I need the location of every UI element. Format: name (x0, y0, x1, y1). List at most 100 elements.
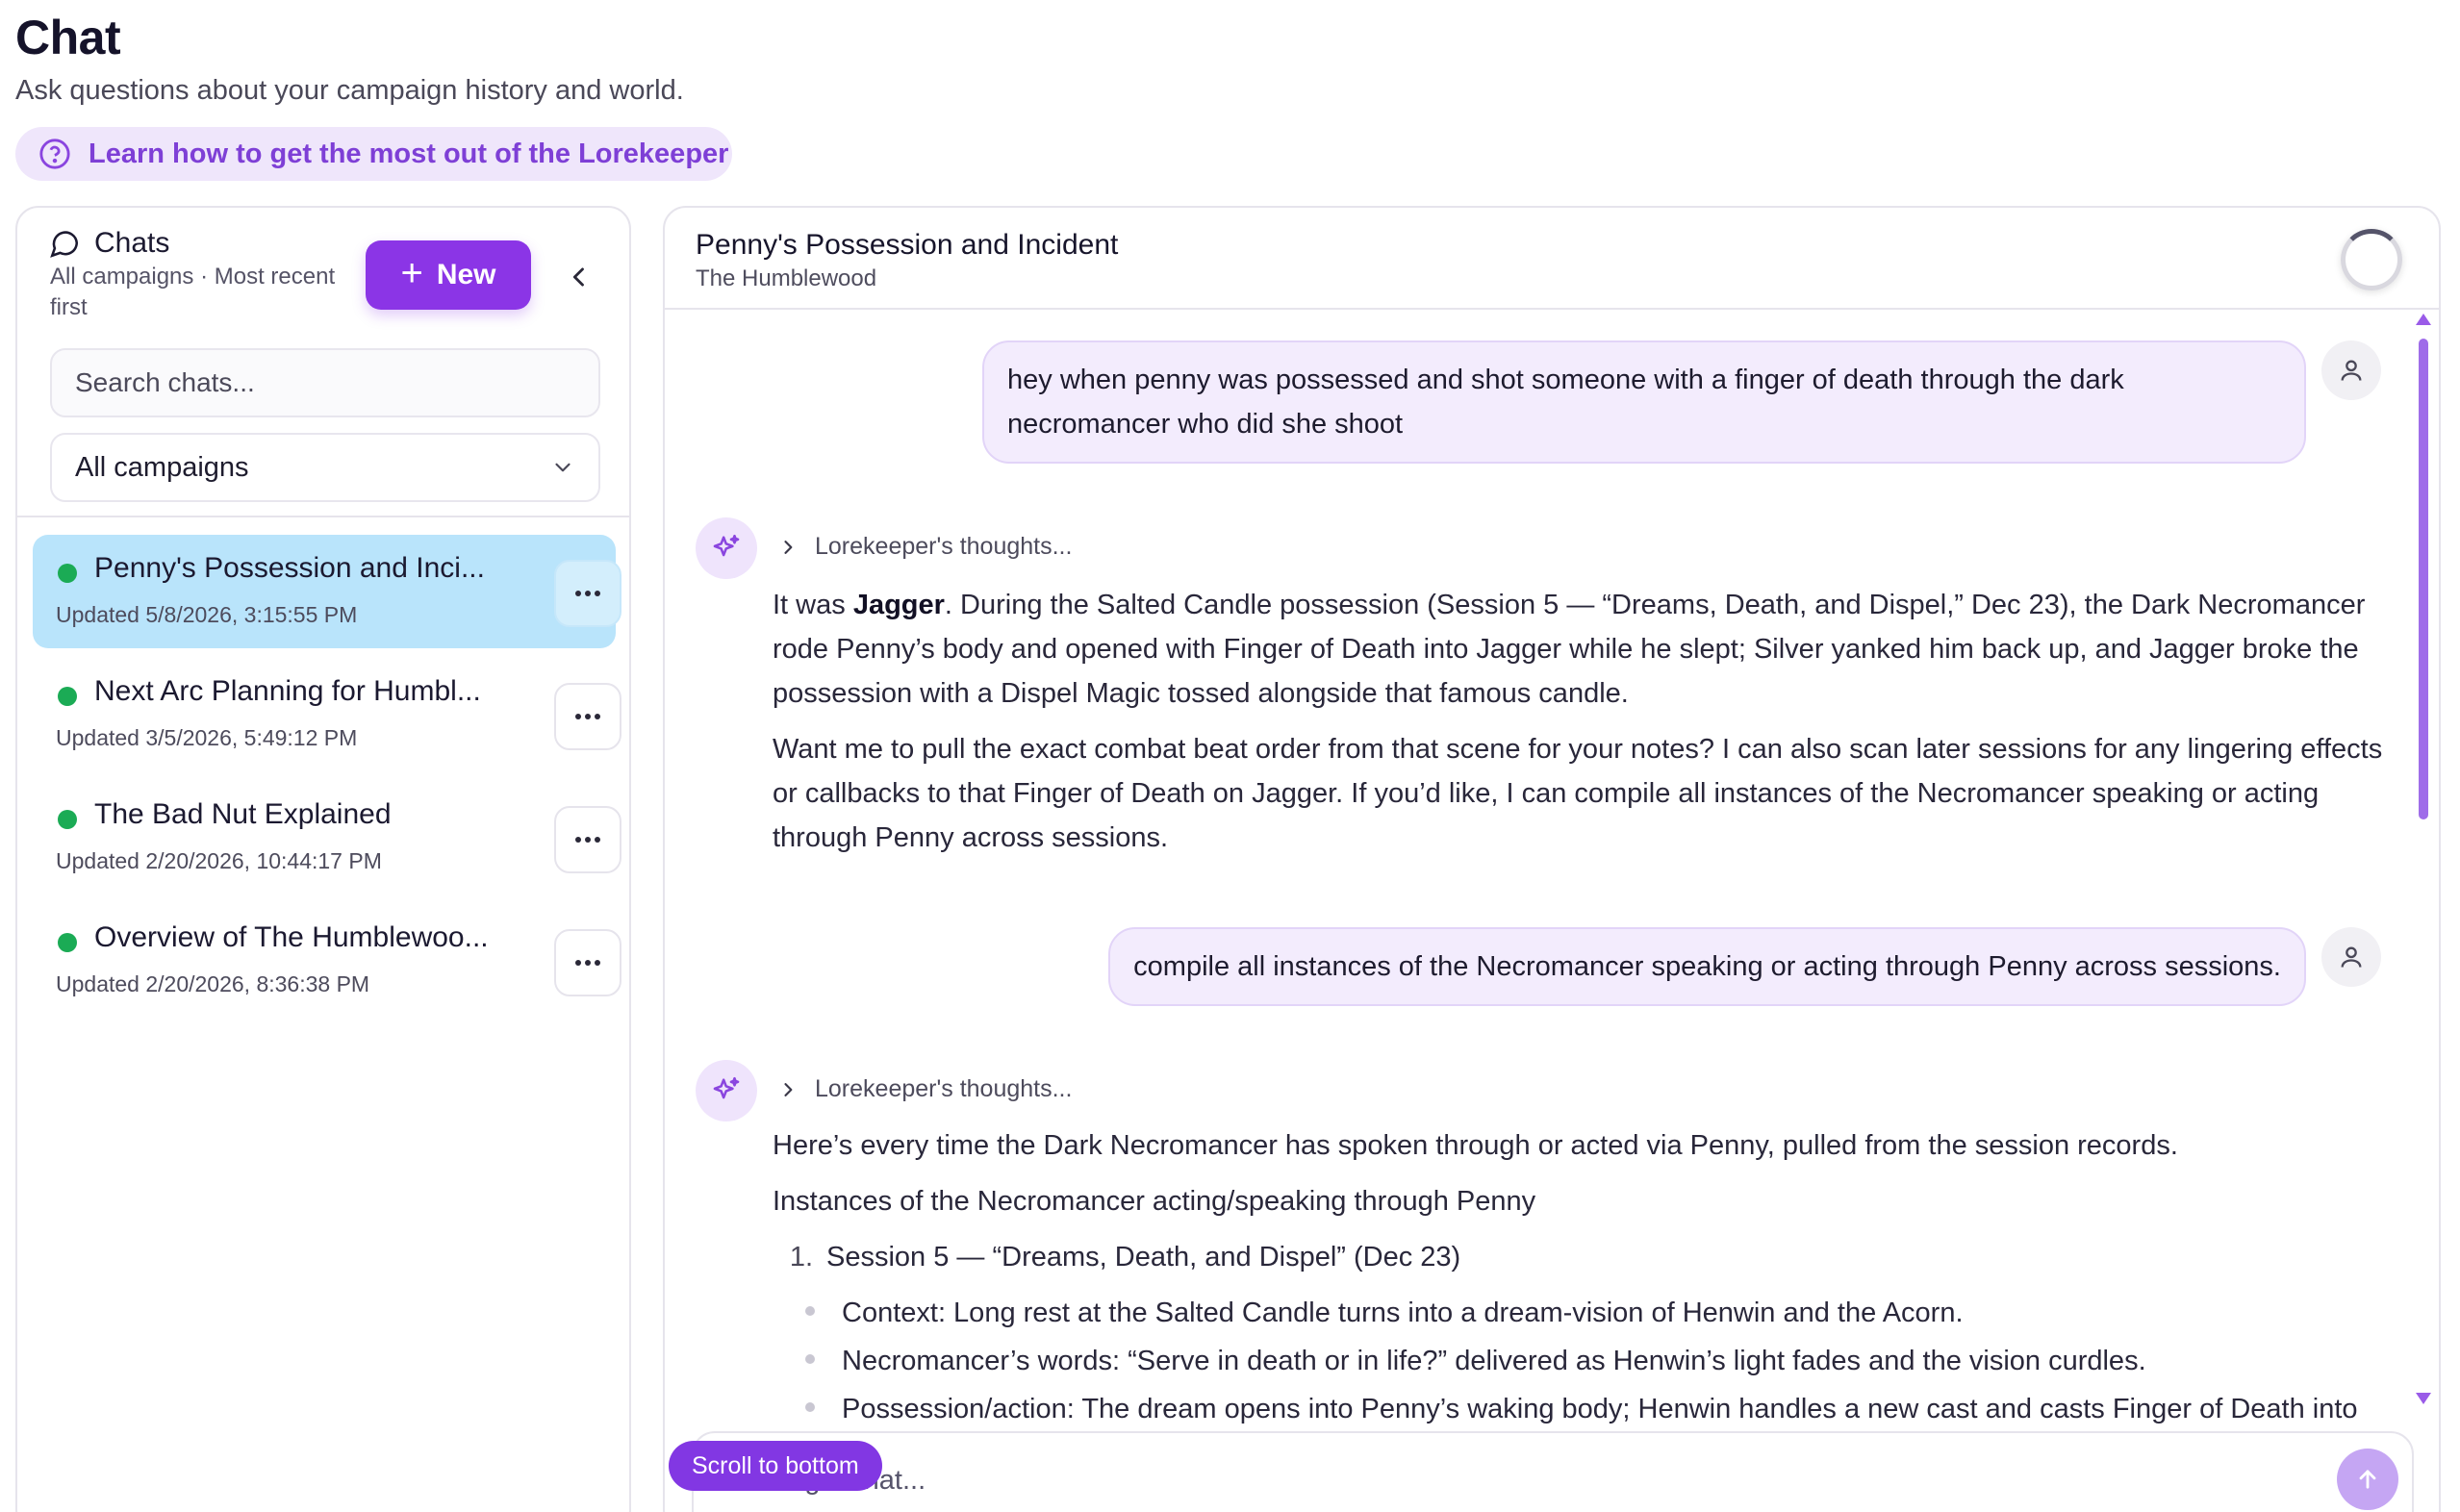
message-scrollbar[interactable] (2416, 314, 2431, 1404)
learn-link[interactable]: Learn how to get the most out of the Lor… (15, 127, 732, 181)
scroll-to-bottom-button[interactable]: Scroll to bottom (669, 1441, 882, 1491)
loading-spinner-icon (2341, 229, 2402, 290)
user-message: compile all instances of the Necromancer… (1108, 927, 2381, 1006)
chat-panel: Penny's Possession and Incident The Humb… (663, 206, 2441, 1512)
thoughts-toggle[interactable]: Lorekeeper's thoughts... (778, 533, 1072, 561)
status-dot (58, 933, 77, 952)
bold-text: Jagger (852, 590, 945, 620)
lorekeeper-avatar (696, 1060, 757, 1121)
chat-item-title: The Bad Nut Explained (94, 798, 392, 830)
bullet-text: Context: Long rest at the Salted Candle … (842, 1298, 1964, 1328)
text-span: It was (773, 590, 853, 620)
new-chat-label: New (436, 259, 496, 290)
user-message: hey when penny was possessed and shot so… (982, 340, 2381, 464)
assistant-paragraph: Instances of the Necromancer acting/spea… (773, 1186, 1536, 1217)
text-span: . During the Salted Candle possession (S… (773, 590, 2366, 709)
message-list[interactable]: hey when penny was possessed and shot so… (665, 312, 2439, 1500)
chevron-left-icon (572, 267, 584, 287)
arrow-up-icon (2359, 1470, 2376, 1489)
thoughts-toggle[interactable]: Lorekeeper's thoughts... (778, 1075, 1072, 1103)
sidebar-header: Chats All campaigns · Most recent first … (17, 208, 629, 516)
bullet-dot (805, 1354, 815, 1364)
campaign-filter-value: All campaigns (75, 451, 249, 483)
scroll-up-arrow-icon[interactable] (2416, 314, 2431, 325)
send-button[interactable] (2337, 1449, 2398, 1510)
more-horizontal-icon (575, 960, 600, 966)
help-circle-icon (39, 139, 70, 169)
more-horizontal-icon (575, 591, 600, 596)
campaign-filter-select[interactable]: All campaigns (50, 433, 600, 502)
page-subtitle: Ask questions about your campaign histor… (15, 75, 684, 106)
conversation-campaign: The Humblewood (696, 265, 877, 291)
chat-item-title: Overview of The Humblewoo... (94, 921, 489, 953)
chat-item-updated: Updated 3/5/2026, 5:49:12 PM (56, 725, 358, 750)
user-avatar (2321, 340, 2381, 400)
bullet-dot (805, 1402, 815, 1412)
collapse-sidebar-button[interactable] (552, 250, 606, 304)
bullet-text: Necromancer’s words: “Serve in death or … (842, 1346, 2146, 1376)
assistant-paragraph: It was Jagger. During the Salted Candle … (773, 583, 2398, 716)
chat-list-item[interactable]: The Bad Nut Explained Updated 2/20/2026,… (33, 781, 621, 895)
page-title: Chat (15, 11, 121, 64)
user-avatar (2321, 927, 2381, 987)
chevron-right-icon (784, 1082, 793, 1096)
chat-list-item[interactable]: Next Arc Planning for Humbl... Updated 3… (33, 658, 621, 771)
assistant-paragraph: Want me to pull the exact combat beat or… (773, 734, 2383, 853)
sparkles-icon (713, 534, 740, 557)
lorekeeper-avatar (696, 517, 757, 579)
plus-icon: + (400, 252, 423, 294)
assistant-message: It was Jagger. During the Salted Candle … (773, 583, 2398, 871)
search-chats-input[interactable] (50, 348, 600, 417)
user-message-bubble: compile all instances of the Necromancer… (1108, 927, 2306, 1006)
assistant-paragraph: Here’s every time the Dark Necromancer h… (773, 1130, 2178, 1161)
chat-list: Penny's Possession and Inci... Updated 5… (33, 535, 621, 1027)
thoughts-label: Lorekeeper's thoughts... (815, 533, 1073, 560)
status-dot (58, 687, 77, 706)
thoughts-label: Lorekeeper's thoughts... (815, 1075, 1073, 1102)
bullet-dot (805, 1306, 815, 1316)
message-input[interactable] (723, 1456, 2262, 1504)
chat-item-updated: Updated 2/20/2026, 10:44:17 PM (56, 848, 382, 873)
user-message-bubble: hey when penny was possessed and shot so… (982, 340, 2306, 464)
chats-label: Chats (94, 227, 170, 259)
scrollbar-thumb[interactable] (2419, 339, 2428, 819)
chat-item-title: Next Arc Planning for Humbl... (94, 675, 481, 707)
bullet-item: Possession/action: The dream opens into … (773, 1387, 2398, 1431)
conversation-header: Penny's Possession and Incident The Humb… (665, 208, 2439, 310)
chat-item-more-button[interactable] (554, 929, 621, 996)
more-horizontal-icon (575, 837, 600, 843)
list-item-text: Session 5 — “Dreams, Death, and Dispel” … (826, 1242, 1461, 1273)
chat-list-item[interactable]: Overview of The Humblewoo... Updated 2/2… (33, 904, 621, 1018)
sparkles-icon (713, 1076, 740, 1099)
conversation-title: Penny's Possession and Incident (696, 229, 1119, 261)
chevron-down-icon (555, 463, 571, 472)
chat-item-more-button[interactable] (554, 683, 621, 750)
bullet-item: Context: Long rest at the Salted Candle … (773, 1291, 2398, 1335)
user-icon (2341, 946, 2362, 968)
more-horizontal-icon (575, 714, 600, 719)
numbered-list-item: 1. Session 5 — “Dreams, Death, and Dispe… (773, 1235, 2398, 1279)
chat-sidebar: Chats All campaigns · Most recent first … (15, 206, 631, 1512)
status-dot (58, 810, 77, 829)
chevron-right-icon (784, 540, 793, 554)
user-icon (2341, 360, 2362, 381)
bullet-text: Possession/action: The dream opens into … (842, 1394, 2358, 1424)
chat-item-more-button[interactable] (554, 806, 621, 873)
chats-sublabel: All campaigns · Most recent first (50, 264, 336, 320)
message-composer (692, 1431, 2414, 1512)
chat-bubble-icon (50, 231, 79, 258)
chat-list-item[interactable]: Penny's Possession and Inci... Updated 5… (33, 535, 621, 648)
chat-item-updated: Updated 5/8/2026, 3:15:55 PM (56, 602, 358, 627)
assistant-message: Here’s every time the Dark Necromancer h… (773, 1123, 2398, 1435)
scroll-down-arrow-icon[interactable] (2416, 1393, 2431, 1404)
bullet-item: Necromancer’s words: “Serve in death or … (773, 1339, 2398, 1383)
chats-heading: Chats (48, 227, 169, 260)
chat-item-title: Penny's Possession and Inci... (94, 552, 485, 584)
list-number: 1. (789, 1242, 813, 1273)
chat-item-more-button[interactable] (554, 560, 621, 627)
status-dot (58, 564, 77, 583)
learn-link-text: Learn how to get the most out of the Lor… (89, 138, 729, 169)
sidebar-divider (17, 516, 629, 517)
new-chat-button[interactable]: + New (366, 240, 531, 310)
chat-item-updated: Updated 2/20/2026, 8:36:38 PM (56, 971, 370, 996)
